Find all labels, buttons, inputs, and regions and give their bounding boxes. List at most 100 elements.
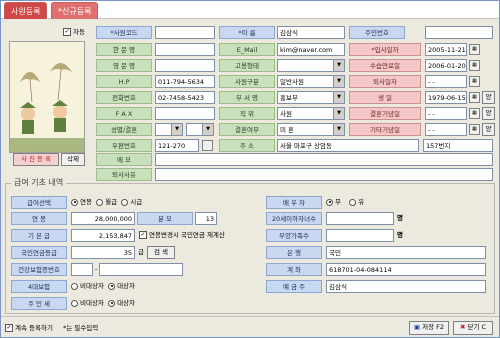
spouse-label: 배 우 자 <box>266 196 322 209</box>
photo-register-button[interactable]: 사 진 등 록 <box>13 153 59 166</box>
fax-input[interactable] <box>155 107 215 120</box>
retire-date-input[interactable]: - - <box>425 75 467 88</box>
probation-calendar-button[interactable]: ▦ <box>469 60 480 71</box>
position-select[interactable]: 사원 <box>277 107 345 120</box>
other-anniv-solar-toggle[interactable]: 양 <box>482 123 495 136</box>
pension-recalc-checkbox[interactable]: ✓ 연봉변경시 국민연금 재계산 <box>139 229 225 242</box>
hanmun-input[interactable] <box>155 43 215 56</box>
hp-input[interactable]: 011-794-5634 <box>155 75 215 88</box>
tel-label: 전화번호 <box>96 91 152 104</box>
birth-solar-toggle[interactable]: 양 <box>482 91 495 104</box>
hire-date-input[interactable]: 2005-11-21 <box>425 43 467 56</box>
other-anniv-calendar-button[interactable]: ▦ <box>469 124 480 135</box>
account-holder-input[interactable]: 김삼식 <box>326 280 486 293</box>
under20-input[interactable] <box>326 212 394 225</box>
spouse-radio-no[interactable]: 무 <box>326 198 341 206</box>
auto-checkbox[interactable]: ✓ 자동 <box>63 26 85 39</box>
required-note: *는 필수입력 <box>63 324 99 332</box>
health-ins-input-2[interactable] <box>99 263 183 276</box>
dept-label: 부 서 명 <box>219 91 275 104</box>
married-label: 결혼여부 <box>219 123 275 136</box>
continue-register-checkbox[interactable]: ✓ 계속 등록하기 <box>5 322 53 335</box>
email-input[interactable]: kim@naver.com <box>277 43 345 56</box>
social-ins-radio-no[interactable]: 비대상자 <box>71 282 104 290</box>
name-label: *이 름 <box>219 26 275 39</box>
under20-unit: 명 <box>397 214 403 222</box>
save-icon: ▣ <box>413 323 421 331</box>
other-anniv-input[interactable]: - - <box>425 123 467 136</box>
bank-input[interactable]: 국민 <box>326 246 486 259</box>
memo-input[interactable] <box>155 153 493 166</box>
tel-input[interactable]: 02-7458-5423 <box>155 91 215 104</box>
resident-tax-radio-yes[interactable]: 대상자 <box>108 299 135 307</box>
hanmun-label: 한 문 명 <box>96 43 152 56</box>
empcode-input[interactable] <box>155 26 215 39</box>
other-anniv-label: 기타기념일 <box>349 123 421 136</box>
birth-input[interactable]: 1979-06-15 <box>425 91 467 104</box>
close-button[interactable]: ✖ 닫기 C <box>453 321 493 335</box>
probation-input[interactable]: 2006-01-20 <box>425 59 467 72</box>
name-input[interactable]: 김삼식 <box>277 26 345 39</box>
pension-unit: 급 <box>138 248 144 256</box>
resident-tax-label: 주 민 세 <box>11 297 67 310</box>
resident-tax-radio-group: 비대상자 대상자 <box>71 297 135 310</box>
employee-register-window: 사원등록 *신규등록 ✓ 자동 *사원코드 *이 름 김삼식 주민번호 사 진 등… <box>0 0 500 338</box>
annual-input[interactable]: 28,000,000 <box>71 212 135 225</box>
pay-radio-annual[interactable]: 연봉 <box>71 198 92 206</box>
under20-label: 20세이하자녀수 <box>266 212 322 225</box>
dept-select[interactable]: 홍보부 <box>277 91 345 104</box>
pension-grade-input[interactable]: 35 <box>71 246 135 259</box>
retire-reason-input[interactable] <box>155 168 493 181</box>
anniversary-solar-toggle[interactable]: 양 <box>482 107 495 120</box>
zip-input[interactable]: 121-270 <box>155 139 199 152</box>
gender-select[interactable] <box>155 123 183 136</box>
spouse-radio-yes[interactable]: 유 <box>349 198 364 206</box>
dependents-unit: 명 <box>397 231 403 239</box>
account-label: 계 좌 <box>266 263 322 276</box>
resident-tax-radio-no[interactable]: 비대상자 <box>71 299 104 307</box>
photo-delete-button[interactable]: 삭제 <box>61 153 85 166</box>
retire-date-calendar-button[interactable]: ▦ <box>469 76 480 87</box>
divisor-input[interactable]: 13 <box>195 212 217 225</box>
zip-search-button[interactable] <box>202 140 213 151</box>
employ-type-select[interactable] <box>277 59 345 72</box>
bank-label: 은 행 <box>266 246 322 259</box>
emp-class-select[interactable]: 일반사원 <box>277 75 345 88</box>
address-label: 주 소 <box>219 139 275 152</box>
account-input[interactable]: 618701-04-084114 <box>326 263 486 276</box>
email-label: E_Mail <box>219 43 275 56</box>
anniversary-calendar-button[interactable]: ▦ <box>469 108 480 119</box>
memo-label: 메 모 <box>96 153 152 166</box>
hp-label: H.P <box>96 75 152 88</box>
english-input[interactable] <box>155 59 215 72</box>
address-input[interactable]: 서울 마포구 상암동 <box>277 139 419 152</box>
lunar-select[interactable] <box>186 123 214 136</box>
anniversary-label: 결혼기념일 <box>349 107 421 120</box>
position-label: 직 위 <box>219 107 275 120</box>
employ-type-label: 고용형태 <box>219 59 275 72</box>
zip-label: 우편번호 <box>96 139 152 152</box>
married-select[interactable]: 미 혼 <box>277 123 345 136</box>
pay-select-label: 급여선택 <box>11 196 67 209</box>
dependents-input[interactable] <box>326 229 394 242</box>
retire-date-label: 퇴사일자 <box>349 75 421 88</box>
social-ins-radio-yes[interactable]: 대상자 <box>108 282 135 290</box>
salary-section-title: 급여 기초 내역 <box>11 177 67 188</box>
pension-search-button[interactable]: 검 색 <box>147 246 175 259</box>
tab-new-register[interactable]: *신규등록 <box>51 2 99 19</box>
rrn-input[interactable] <box>425 26 493 39</box>
base-pay-input[interactable]: 2,153,847 <box>71 229 135 242</box>
health-ins-input-1[interactable] <box>71 263 93 276</box>
hire-date-label: *입사일자 <box>349 43 421 56</box>
close-icon: ✖ <box>459 323 466 331</box>
hire-date-calendar-button[interactable]: ▦ <box>469 44 480 55</box>
pay-radio-monthly[interactable]: 월급 <box>96 198 117 206</box>
save-button[interactable]: ▣ 저장 F2 <box>409 321 449 335</box>
birth-calendar-button[interactable]: ▦ <box>469 92 480 103</box>
pay-radio-hourly[interactable]: 시급 <box>121 198 142 206</box>
anniversary-input[interactable]: - - <box>425 107 467 120</box>
address-detail-input[interactable]: 157번지 <box>423 139 493 152</box>
retire-reason-label: 퇴사사유 <box>96 168 152 181</box>
tab-employee-register[interactable]: 사원등록 <box>4 2 48 19</box>
pension-recalc-label: 연봉변경시 국민연금 재계산 <box>149 231 225 239</box>
